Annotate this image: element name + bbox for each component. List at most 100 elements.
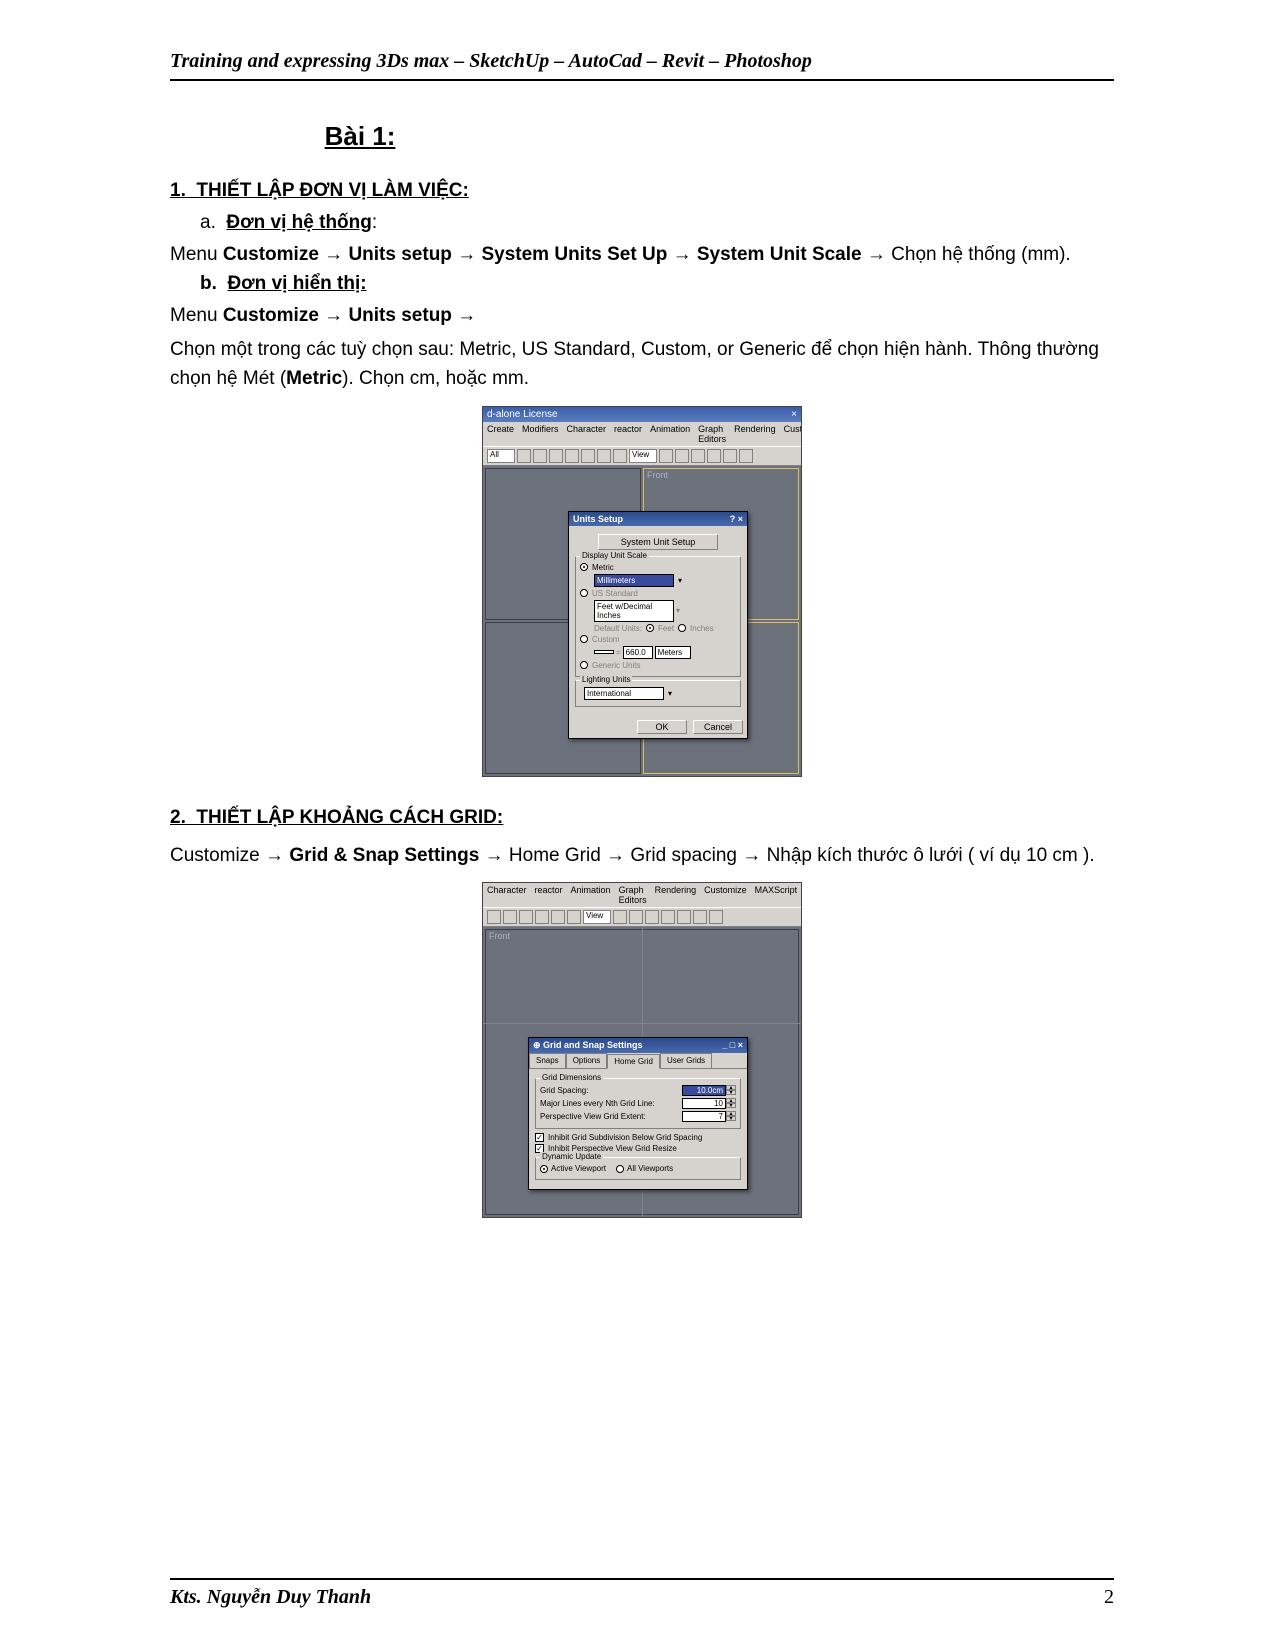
spinner-icon[interactable]: ▴▾ bbox=[726, 1098, 736, 1109]
menu-item[interactable]: Rendering bbox=[734, 424, 776, 444]
units-setup-dialog: Units Setup ? × System Unit Setup Displa… bbox=[568, 511, 748, 739]
dropdown-icon[interactable]: ▾ bbox=[678, 576, 682, 585]
tool-icon[interactable] bbox=[517, 449, 531, 463]
menu-item[interactable]: Create bbox=[487, 424, 514, 444]
line-1a: Menu Customize → Units setup → System Un… bbox=[170, 240, 1114, 269]
us-unit-select: Feet w/Decimal Inches bbox=[594, 600, 674, 622]
tool-icon[interactable] bbox=[645, 910, 659, 924]
page-footer: Kts. Nguyễn Duy Thanh 2 bbox=[170, 1578, 1114, 1609]
cancel-button[interactable]: Cancel bbox=[693, 720, 743, 734]
tool-icon[interactable] bbox=[675, 449, 689, 463]
tool-icon[interactable] bbox=[723, 449, 737, 463]
group-label: Dynamic Update bbox=[540, 1152, 603, 1161]
radio-active-viewport[interactable] bbox=[540, 1165, 548, 1173]
spinner-icon[interactable]: ▴▾ bbox=[726, 1111, 736, 1122]
screenshot-grid-snap: Character reactor Animation Graph Editor… bbox=[482, 882, 802, 1218]
viewport-label: Front bbox=[647, 470, 668, 480]
menu-item[interactable]: Animation bbox=[571, 885, 611, 905]
menu-item[interactable]: Graph Editors bbox=[619, 885, 647, 905]
tool-icon[interactable] bbox=[659, 449, 673, 463]
tab-user-grids[interactable]: User Grids bbox=[660, 1053, 712, 1068]
subsection-1a: a. Đơn vị hệ thống: bbox=[200, 212, 1114, 234]
tool-icon[interactable] bbox=[565, 449, 579, 463]
screenshot-units-setup: d-alone License× Create Modifiers Charac… bbox=[482, 406, 802, 777]
line-1b-menu: Menu Customize → Units setup → bbox=[170, 301, 1114, 330]
menu-item[interactable]: reactor bbox=[614, 424, 642, 444]
app-menubar[interactable]: Create Modifiers Character reactor Anima… bbox=[483, 422, 801, 446]
metric-unit-select[interactable]: Millimeters bbox=[594, 574, 674, 587]
menu-item[interactable]: Customize bbox=[784, 424, 801, 444]
tool-icon[interactable] bbox=[709, 910, 723, 924]
tool-icon[interactable] bbox=[693, 910, 707, 924]
tool-icon[interactable] bbox=[549, 449, 563, 463]
lesson-title: Bài 1: bbox=[260, 121, 460, 152]
tool-icon[interactable] bbox=[597, 449, 611, 463]
group-label: Display Unit Scale bbox=[580, 551, 649, 560]
tool-icon[interactable] bbox=[707, 449, 721, 463]
tool-icon[interactable] bbox=[581, 449, 595, 463]
app-toolbar[interactable]: All View bbox=[483, 446, 801, 466]
tool-icon[interactable] bbox=[613, 449, 627, 463]
viewport-label: Front bbox=[489, 931, 510, 941]
author-name: Kts. Nguyễn Duy Thanh bbox=[170, 1586, 371, 1609]
menu-item[interactable]: Modifiers bbox=[522, 424, 559, 444]
radio-inches bbox=[678, 624, 686, 632]
tab-home-grid[interactable]: Home Grid bbox=[607, 1054, 660, 1069]
tool-icon[interactable] bbox=[691, 449, 705, 463]
persp-extent-input[interactable]: 7 bbox=[682, 1111, 726, 1122]
dialog-tabs[interactable]: Snaps Options Home Grid User Grids bbox=[529, 1053, 747, 1069]
grid-spacing-input[interactable]: 10.0cm bbox=[682, 1085, 726, 1096]
app-toolbar[interactable]: View bbox=[483, 907, 801, 927]
tool-icon[interactable] bbox=[519, 910, 533, 924]
lighting-unit-select[interactable]: International bbox=[584, 687, 664, 700]
section-2-heading: 2. THIẾT LẬP KHOẢNG CÁCH GRID: bbox=[170, 807, 1114, 829]
dialog-titlebar: Units Setup ? × bbox=[569, 512, 747, 526]
app-menubar[interactable]: Character reactor Animation Graph Editor… bbox=[483, 883, 801, 907]
custom-field bbox=[594, 650, 614, 654]
page-number: 2 bbox=[1104, 1586, 1114, 1609]
line-2: Customize → Grid & Snap Settings → Home … bbox=[170, 841, 1114, 870]
menu-item[interactable]: Rendering bbox=[655, 885, 697, 905]
filter-dropdown[interactable]: All bbox=[487, 449, 515, 463]
menu-item[interactable]: Customize bbox=[704, 885, 747, 905]
menu-item[interactable]: MAXScript bbox=[755, 885, 798, 905]
tool-icon[interactable] bbox=[503, 910, 517, 924]
radio-metric[interactable] bbox=[580, 563, 588, 571]
spinner-icon[interactable]: ▴▾ bbox=[726, 1085, 736, 1096]
menu-item[interactable]: reactor bbox=[535, 885, 563, 905]
radio-all-viewports[interactable] bbox=[616, 1165, 624, 1173]
menu-item[interactable]: Animation bbox=[650, 424, 690, 444]
tool-icon[interactable] bbox=[551, 910, 565, 924]
dialog-titlebar: ⊕ Grid and Snap Settings _ □ × bbox=[529, 1038, 747, 1053]
menu-item[interactable]: Character bbox=[487, 885, 527, 905]
tab-snaps[interactable]: Snaps bbox=[529, 1053, 566, 1068]
menu-item[interactable]: Character bbox=[567, 424, 607, 444]
ok-button[interactable]: OK bbox=[637, 720, 687, 734]
system-unit-setup-button[interactable]: System Unit Setup bbox=[598, 534, 718, 550]
tool-icon[interactable] bbox=[629, 910, 643, 924]
tool-icon[interactable] bbox=[567, 910, 581, 924]
grid-snap-dialog: ⊕ Grid and Snap Settings _ □ × Snaps Opt… bbox=[528, 1037, 748, 1190]
section-1-heading: 1. THIẾT LẬP ĐƠN VỊ LÀM VIỆC: bbox=[170, 180, 1114, 202]
checkbox-inhibit-subdiv[interactable]: ✓ bbox=[535, 1133, 544, 1142]
tool-icon[interactable] bbox=[739, 449, 753, 463]
ref-dropdown[interactable]: View bbox=[629, 449, 657, 463]
dialog-close-icons[interactable]: _ □ × bbox=[722, 1040, 743, 1051]
dialog-close-icons[interactable]: ? × bbox=[730, 514, 743, 524]
radio-generic[interactable] bbox=[580, 661, 588, 669]
tool-icon[interactable] bbox=[535, 910, 549, 924]
ref-dropdown[interactable]: View bbox=[583, 910, 611, 924]
menu-item[interactable]: Graph Editors bbox=[698, 424, 726, 444]
major-lines-input[interactable]: 10 bbox=[682, 1098, 726, 1109]
dropdown-icon[interactable]: ▾ bbox=[668, 689, 672, 698]
tool-icon[interactable] bbox=[533, 449, 547, 463]
tab-options[interactable]: Options bbox=[566, 1053, 608, 1068]
radio-custom[interactable] bbox=[580, 635, 588, 643]
custom-unit-select: Meters bbox=[655, 646, 691, 659]
tool-icon[interactable] bbox=[613, 910, 627, 924]
tool-icon[interactable] bbox=[677, 910, 691, 924]
custom-value: 660.0 bbox=[623, 646, 653, 659]
tool-icon[interactable] bbox=[487, 910, 501, 924]
radio-us[interactable] bbox=[580, 589, 588, 597]
tool-icon[interactable] bbox=[661, 910, 675, 924]
